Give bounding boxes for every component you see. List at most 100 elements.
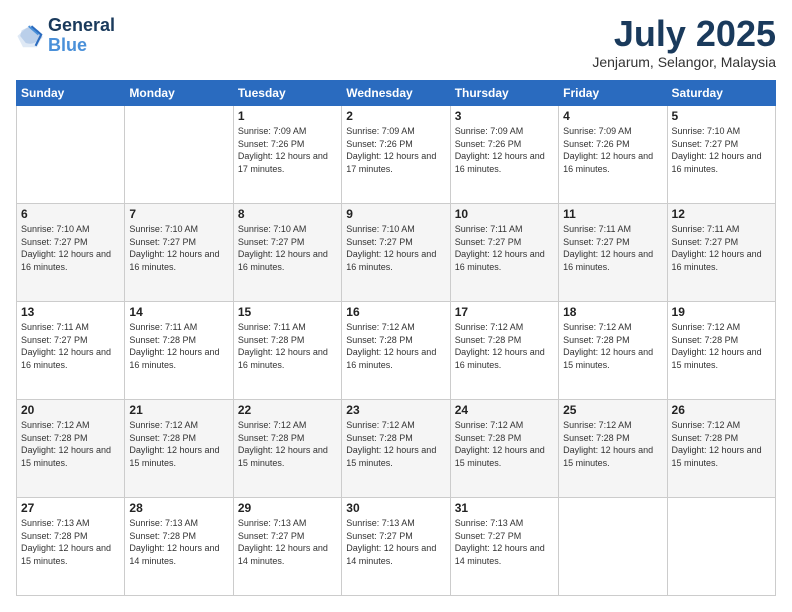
day-num-2-2: 15 bbox=[238, 305, 337, 319]
day-num-2-3: 16 bbox=[346, 305, 445, 319]
cell-1-5: 11 Sunrise: 7:11 AM Sunset: 7:27 PM Dayli… bbox=[559, 204, 667, 302]
day-num-1-6: 12 bbox=[672, 207, 771, 221]
day-num-0-5: 4 bbox=[563, 109, 662, 123]
cell-2-4: 17 Sunrise: 7:12 AM Sunset: 7:28 PM Dayli… bbox=[450, 302, 558, 400]
day-info-2-0: Sunrise: 7:11 AM Sunset: 7:27 PM Dayligh… bbox=[21, 321, 120, 371]
day-info-1-0: Sunrise: 7:10 AM Sunset: 7:27 PM Dayligh… bbox=[21, 223, 120, 273]
day-num-1-3: 9 bbox=[346, 207, 445, 221]
day-info-1-6: Sunrise: 7:11 AM Sunset: 7:27 PM Dayligh… bbox=[672, 223, 771, 273]
day-info-0-6: Sunrise: 7:10 AM Sunset: 7:27 PM Dayligh… bbox=[672, 125, 771, 175]
cell-0-3: 2Sunrise: 7:09 AM Sunset: 7:26 PM Daylig… bbox=[342, 106, 450, 204]
day-info-1-3: Sunrise: 7:10 AM Sunset: 7:27 PM Dayligh… bbox=[346, 223, 445, 273]
col-saturday: Saturday bbox=[667, 81, 775, 106]
day-num-4-3: 30 bbox=[346, 501, 445, 515]
day-info-0-4: Sunrise: 7:09 AM Sunset: 7:26 PM Dayligh… bbox=[455, 125, 554, 175]
day-info-0-2: Sunrise: 7:09 AM Sunset: 7:26 PM Dayligh… bbox=[238, 125, 337, 175]
title-section: July 2025 Jenjarum, Selangor, Malaysia bbox=[592, 16, 776, 70]
day-num-1-1: 7 bbox=[129, 207, 228, 221]
page: General Blue July 2025 Jenjarum, Selango… bbox=[0, 0, 792, 612]
day-num-2-4: 17 bbox=[455, 305, 554, 319]
week-row-4: 27Sunrise: 7:13 AM Sunset: 7:28 PM Dayli… bbox=[17, 498, 776, 596]
cell-3-0: 20 Sunrise: 7:12 AM Sunset: 7:28 PM Dayli… bbox=[17, 400, 125, 498]
day-num-0-3: 2 bbox=[346, 109, 445, 123]
day-info-1-5: Sunrise: 7:11 AM Sunset: 7:27 PM Dayligh… bbox=[563, 223, 662, 273]
day-info-4-3: Sunrise: 7:13 AM Sunset: 7:27 PM Dayligh… bbox=[346, 517, 445, 567]
day-num-3-6: 26 bbox=[672, 403, 771, 417]
location: Jenjarum, Selangor, Malaysia bbox=[592, 54, 776, 70]
day-info-1-1: Sunrise: 7:10 AM Sunset: 7:27 PM Dayligh… bbox=[129, 223, 228, 273]
week-row-1: 6 Sunrise: 7:10 AM Sunset: 7:27 PM Daylig… bbox=[17, 204, 776, 302]
cell-3-3: 23Sunrise: 7:12 AM Sunset: 7:28 PM Dayli… bbox=[342, 400, 450, 498]
day-info-2-6: Sunrise: 7:12 AM Sunset: 7:28 PM Dayligh… bbox=[672, 321, 771, 371]
day-info-2-5: Sunrise: 7:12 AM Sunset: 7:28 PM Dayligh… bbox=[563, 321, 662, 371]
cell-2-3: 16 Sunrise: 7:12 AM Sunset: 7:28 PM Dayli… bbox=[342, 302, 450, 400]
day-num-3-2: 22 bbox=[238, 403, 337, 417]
calendar-table: Sunday Monday Tuesday Wednesday Thursday… bbox=[16, 80, 776, 596]
cell-0-1 bbox=[125, 106, 233, 204]
day-info-1-2: Sunrise: 7:10 AM Sunset: 7:27 PM Dayligh… bbox=[238, 223, 337, 273]
cell-1-3: 9 Sunrise: 7:10 AM Sunset: 7:27 PM Daylig… bbox=[342, 204, 450, 302]
day-info-3-0: Sunrise: 7:12 AM Sunset: 7:28 PM Dayligh… bbox=[21, 419, 120, 469]
cell-3-2: 22Sunrise: 7:12 AM Sunset: 7:28 PM Dayli… bbox=[233, 400, 341, 498]
day-num-2-6: 19 bbox=[672, 305, 771, 319]
cell-4-3: 30 Sunrise: 7:13 AM Sunset: 7:27 PM Dayli… bbox=[342, 498, 450, 596]
day-num-0-4: 3 bbox=[455, 109, 554, 123]
day-num-1-0: 6 bbox=[21, 207, 120, 221]
day-num-4-4: 31 bbox=[455, 501, 554, 515]
day-num-4-1: 28 bbox=[129, 501, 228, 515]
cell-2-1: 14 Sunrise: 7:11 AM Sunset: 7:28 PM Dayli… bbox=[125, 302, 233, 400]
day-num-1-2: 8 bbox=[238, 207, 337, 221]
day-info-2-4: Sunrise: 7:12 AM Sunset: 7:28 PM Dayligh… bbox=[455, 321, 554, 371]
day-info-4-4: Sunrise: 7:13 AM Sunset: 7:27 PM Dayligh… bbox=[455, 517, 554, 567]
day-num-2-1: 14 bbox=[129, 305, 228, 319]
logo-line2: Blue bbox=[48, 35, 87, 55]
cell-3-5: 25 Sunrise: 7:12 AM Sunset: 7:28 PM Dayli… bbox=[559, 400, 667, 498]
logo-text: General Blue bbox=[48, 16, 115, 56]
day-info-1-4: Sunrise: 7:11 AM Sunset: 7:27 PM Dayligh… bbox=[455, 223, 554, 273]
cell-0-0 bbox=[17, 106, 125, 204]
week-row-3: 20 Sunrise: 7:12 AM Sunset: 7:28 PM Dayli… bbox=[17, 400, 776, 498]
cell-4-2: 29 Sunrise: 7:13 AM Sunset: 7:27 PM Dayli… bbox=[233, 498, 341, 596]
day-num-3-0: 20 bbox=[21, 403, 120, 417]
cell-2-0: 13 Sunrise: 7:11 AM Sunset: 7:27 PM Dayli… bbox=[17, 302, 125, 400]
day-info-3-6: Sunrise: 7:12 AM Sunset: 7:28 PM Dayligh… bbox=[672, 419, 771, 469]
cell-3-1: 21Sunrise: 7:12 AM Sunset: 7:28 PM Dayli… bbox=[125, 400, 233, 498]
day-num-0-2: 1 bbox=[238, 109, 337, 123]
day-info-4-2: Sunrise: 7:13 AM Sunset: 7:27 PM Dayligh… bbox=[238, 517, 337, 567]
cell-0-4: 3 Sunrise: 7:09 AM Sunset: 7:26 PM Daylig… bbox=[450, 106, 558, 204]
day-num-0-6: 5 bbox=[672, 109, 771, 123]
day-info-3-5: Sunrise: 7:12 AM Sunset: 7:28 PM Dayligh… bbox=[563, 419, 662, 469]
header: General Blue July 2025 Jenjarum, Selango… bbox=[16, 16, 776, 70]
day-info-3-3: Sunrise: 7:12 AM Sunset: 7:28 PM Dayligh… bbox=[346, 419, 445, 469]
cell-0-5: 4 Sunrise: 7:09 AM Sunset: 7:26 PM Daylig… bbox=[559, 106, 667, 204]
cell-1-6: 12 Sunrise: 7:11 AM Sunset: 7:27 PM Dayli… bbox=[667, 204, 775, 302]
day-info-2-1: Sunrise: 7:11 AM Sunset: 7:28 PM Dayligh… bbox=[129, 321, 228, 371]
logo-icon bbox=[16, 22, 44, 50]
cell-4-4: 31 Sunrise: 7:13 AM Sunset: 7:27 PM Dayli… bbox=[450, 498, 558, 596]
month-title: July 2025 bbox=[592, 16, 776, 52]
cell-1-4: 10Sunrise: 7:11 AM Sunset: 7:27 PM Dayli… bbox=[450, 204, 558, 302]
day-num-1-5: 11 bbox=[563, 207, 662, 221]
day-num-3-5: 25 bbox=[563, 403, 662, 417]
day-info-0-5: Sunrise: 7:09 AM Sunset: 7:26 PM Dayligh… bbox=[563, 125, 662, 175]
col-thursday: Thursday bbox=[450, 81, 558, 106]
cell-1-0: 6 Sunrise: 7:10 AM Sunset: 7:27 PM Daylig… bbox=[17, 204, 125, 302]
day-num-3-1: 21 bbox=[129, 403, 228, 417]
day-num-4-2: 29 bbox=[238, 501, 337, 515]
col-wednesday: Wednesday bbox=[342, 81, 450, 106]
cell-3-6: 26 Sunrise: 7:12 AM Sunset: 7:28 PM Dayli… bbox=[667, 400, 775, 498]
cell-1-1: 7 Sunrise: 7:10 AM Sunset: 7:27 PM Daylig… bbox=[125, 204, 233, 302]
cell-1-2: 8 Sunrise: 7:10 AM Sunset: 7:27 PM Daylig… bbox=[233, 204, 341, 302]
day-info-2-3: Sunrise: 7:12 AM Sunset: 7:28 PM Dayligh… bbox=[346, 321, 445, 371]
cell-2-6: 19 Sunrise: 7:12 AM Sunset: 7:28 PM Dayli… bbox=[667, 302, 775, 400]
day-num-2-5: 18 bbox=[563, 305, 662, 319]
day-num-2-0: 13 bbox=[21, 305, 120, 319]
day-info-3-4: Sunrise: 7:12 AM Sunset: 7:28 PM Dayligh… bbox=[455, 419, 554, 469]
week-row-2: 13 Sunrise: 7:11 AM Sunset: 7:27 PM Dayli… bbox=[17, 302, 776, 400]
cell-2-2: 15Sunrise: 7:11 AM Sunset: 7:28 PM Dayli… bbox=[233, 302, 341, 400]
day-info-4-0: Sunrise: 7:13 AM Sunset: 7:28 PM Dayligh… bbox=[21, 517, 120, 567]
week-row-0: 1 Sunrise: 7:09 AM Sunset: 7:26 PM Daylig… bbox=[17, 106, 776, 204]
cell-4-0: 27Sunrise: 7:13 AM Sunset: 7:28 PM Dayli… bbox=[17, 498, 125, 596]
logo-line1: General bbox=[48, 16, 115, 36]
logo: General Blue bbox=[16, 16, 115, 56]
